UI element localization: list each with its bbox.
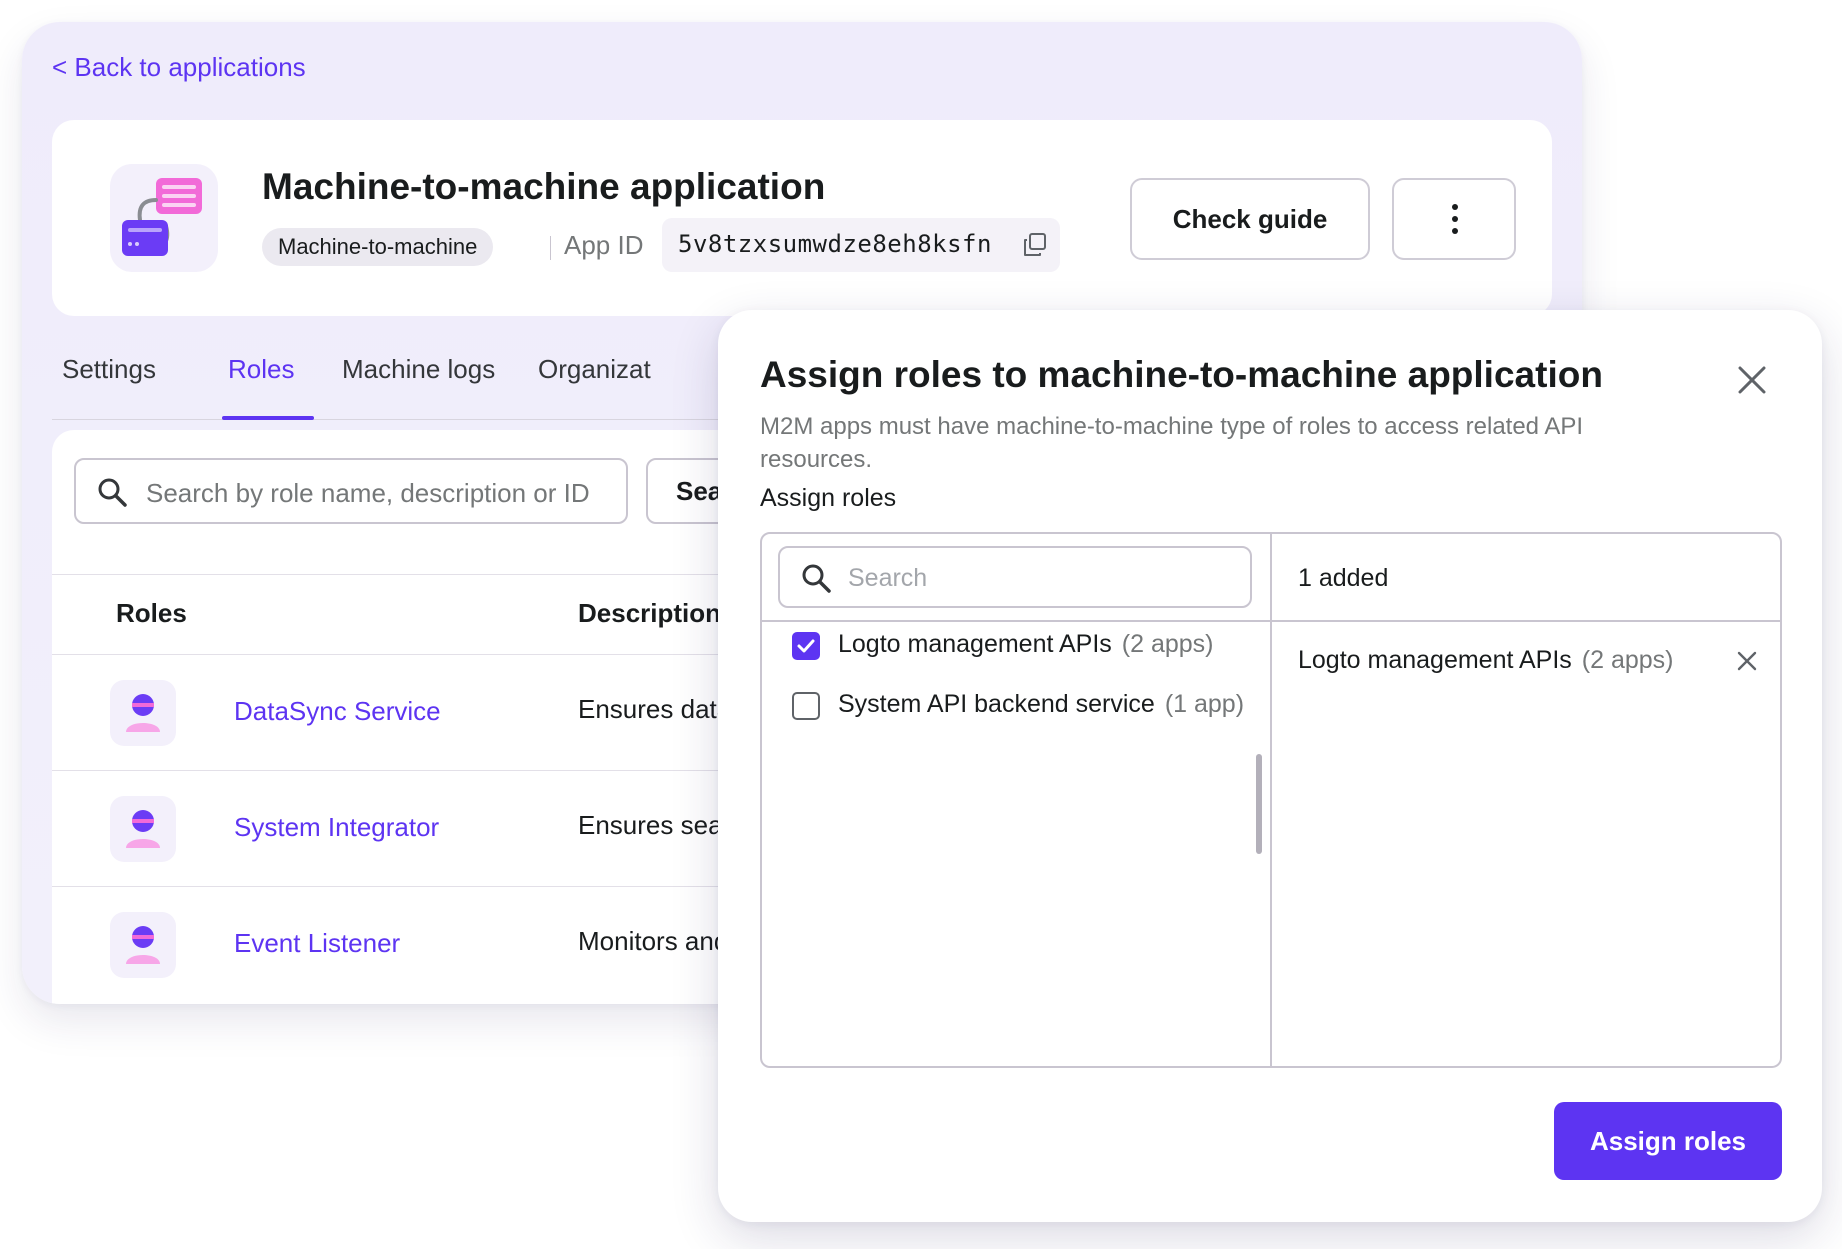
checkbox-unchecked[interactable] xyxy=(792,692,820,720)
transfer-header-divider xyxy=(762,620,1780,622)
search-icon xyxy=(98,478,127,507)
checkbox-checked[interactable] xyxy=(792,632,820,660)
more-options-button[interactable] xyxy=(1392,178,1516,260)
app-id-field: 5v8tzxsumwdze8eh8ksfn xyxy=(662,218,1060,272)
transfer-column-divider xyxy=(1270,534,1272,1066)
assign-roles-label: Assign roles xyxy=(760,484,897,512)
role-avatar-icon xyxy=(110,796,176,862)
role-description: Monitors and xyxy=(578,926,729,956)
role-name-link[interactable]: DataSync Service xyxy=(234,696,441,727)
role-description: Ensures sean xyxy=(578,810,737,840)
application-title: Machine-to-machine application xyxy=(262,166,826,207)
transfer-search-placeholder: Search xyxy=(848,564,928,592)
role-option[interactable]: Logto management APIs (2 apps) xyxy=(792,628,1252,668)
close-icon[interactable] xyxy=(1734,362,1770,398)
transfer-search-input[interactable]: Search xyxy=(778,546,1252,608)
active-tab-indicator xyxy=(222,416,314,420)
column-header-roles: Roles xyxy=(116,598,187,628)
role-transfer-list: Search 1 added Logto management APIs (2 a… xyxy=(760,532,1782,1068)
header-divider xyxy=(550,236,551,260)
options-scrollbar[interactable] xyxy=(1256,754,1262,854)
application-header-card: Machine-to-machine application Machine-t… xyxy=(52,120,1552,316)
remove-icon[interactable] xyxy=(1736,650,1758,672)
role-option[interactable]: System API backend service (1 app) xyxy=(792,688,1252,728)
tab-machine-logs[interactable]: Machine logs xyxy=(342,354,495,385)
tab-roles[interactable]: Roles xyxy=(228,354,294,385)
selected-role-label: Logto management APIs (2 apps) xyxy=(1298,646,1674,674)
app-id-label: App ID xyxy=(564,230,644,260)
tab-settings[interactable]: Settings xyxy=(62,354,156,385)
column-header-description: Description xyxy=(578,598,722,628)
role-search-input[interactable]: Search by role name, description or ID xyxy=(74,458,628,524)
tab-organizations[interactable]: Organizat xyxy=(538,354,651,385)
modal-description: M2M apps must have machine-to-machine ty… xyxy=(760,413,1584,473)
role-name-link[interactable]: System Integrator xyxy=(234,812,439,843)
assign-roles-button[interactable]: Assign roles xyxy=(1554,1102,1782,1180)
role-option-label: Logto management APIs (2 apps) xyxy=(838,630,1214,658)
app-id-value: 5v8tzxsumwdze8eh8ksfn xyxy=(678,230,992,258)
m2m-app-icon xyxy=(110,164,218,272)
modal-title: Assign roles to machine-to-machine appli… xyxy=(760,354,1603,395)
role-name-link[interactable]: Event Listener xyxy=(234,928,400,959)
role-avatar-icon xyxy=(110,912,176,978)
role-option-label: System API backend service (1 app) xyxy=(838,690,1245,718)
application-type-badge: Machine-to-machine xyxy=(262,228,494,266)
added-count: 1 added xyxy=(1298,564,1389,592)
check-guide-button[interactable]: Check guide xyxy=(1130,178,1370,260)
role-avatar-icon xyxy=(110,680,176,746)
role-description: Ensures data xyxy=(578,694,732,724)
copy-icon[interactable] xyxy=(1022,232,1048,258)
selected-role-item: Logto management APIs (2 apps) xyxy=(1298,644,1768,684)
role-search-placeholder: Search by role name, description or ID xyxy=(146,478,590,508)
back-to-applications-link[interactable]: < Back to applications xyxy=(52,52,306,83)
assign-roles-modal: Assign roles to machine-to-machine appli… xyxy=(718,310,1822,1222)
search-icon xyxy=(802,564,831,593)
